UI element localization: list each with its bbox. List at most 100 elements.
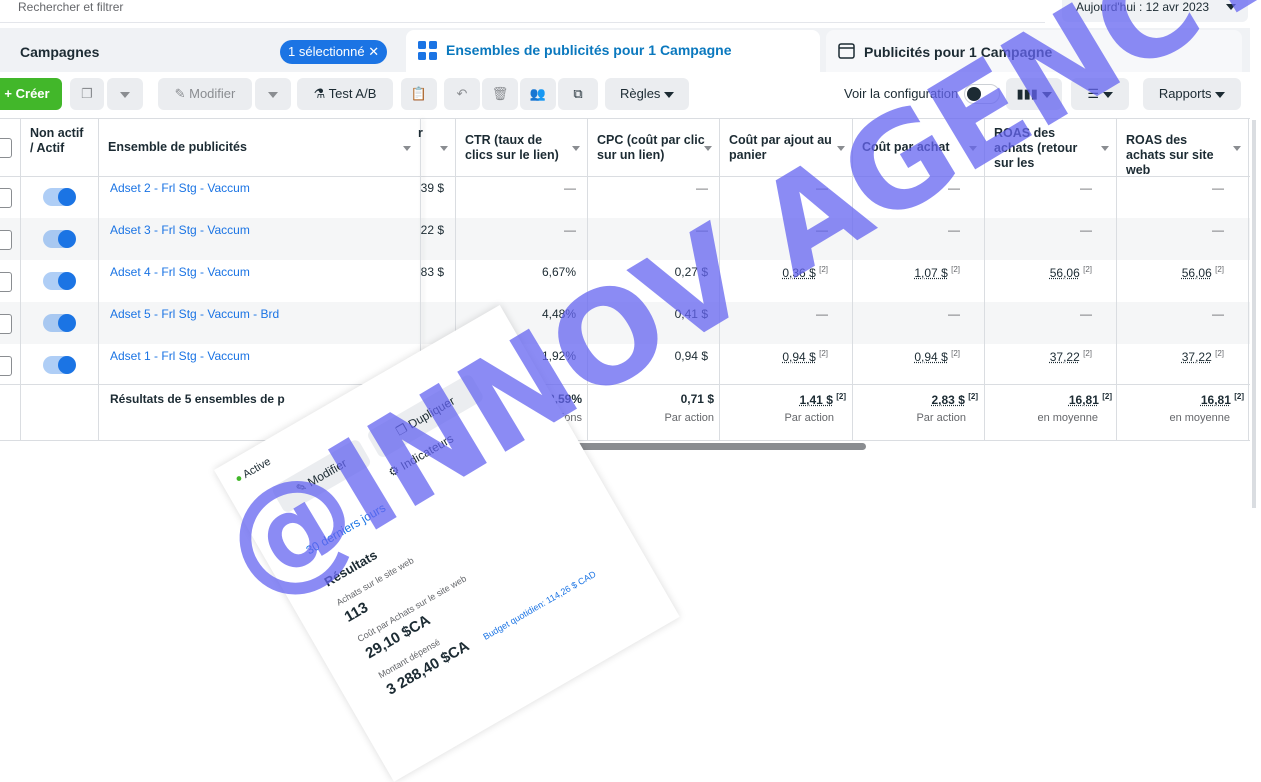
grid-icon bbox=[418, 41, 438, 61]
status-toggle[interactable] bbox=[58, 188, 76, 206]
cell-ctr: — bbox=[460, 181, 576, 195]
ab-test-button[interactable]: ⚗ Test A/B bbox=[297, 78, 393, 110]
cell-roas_web: 37,22 [2] bbox=[1120, 349, 1224, 364]
cell-roas_web: — bbox=[1120, 181, 1224, 195]
adset-name-link[interactable]: Adset 3 - Frl Stg - Vaccum bbox=[110, 223, 250, 237]
sort-icon[interactable] bbox=[572, 146, 580, 151]
create-label: Créer bbox=[16, 86, 50, 101]
footnote-mark: [2] bbox=[819, 349, 828, 358]
total-cost-cart-value: 1,41 $ bbox=[800, 393, 833, 407]
total-cost-purchase: 2,83 $ [2] bbox=[856, 392, 978, 407]
status-toggle[interactable] bbox=[58, 356, 76, 374]
row-checkbox[interactable] bbox=[0, 272, 12, 292]
cell-roas_web-value: — bbox=[1212, 223, 1224, 237]
total-cost-cart: 1,41 $ [2] bbox=[724, 392, 846, 407]
adset-name-link[interactable]: Adset 4 - Frl Stg - Vaccum bbox=[110, 265, 250, 279]
row-checkbox[interactable] bbox=[0, 230, 12, 250]
footnote-mark: [2] bbox=[1234, 392, 1244, 401]
cell-purchase-value: — bbox=[948, 223, 960, 237]
footnote-mark: [2] bbox=[1083, 265, 1092, 274]
create-button[interactable]: + Créer bbox=[0, 78, 62, 110]
status-toggle[interactable] bbox=[58, 314, 76, 332]
select-all-checkbox[interactable] bbox=[0, 138, 12, 158]
sort-icon[interactable] bbox=[1101, 146, 1109, 151]
footnote-mark: [2] bbox=[1215, 349, 1224, 358]
cell-roas: — bbox=[988, 223, 1092, 237]
preview-icon[interactable]: ⧉ bbox=[558, 78, 598, 110]
cell-ctr-value: — bbox=[564, 181, 576, 195]
cell-roas_web-value: — bbox=[1212, 307, 1224, 321]
audience-icon[interactable]: 👥 bbox=[520, 78, 556, 110]
total-cost-purchase-value: 2,83 $ bbox=[932, 393, 965, 407]
sort-icon[interactable] bbox=[403, 146, 411, 151]
table-bottom-border bbox=[0, 440, 1250, 441]
header-status[interactable]: Non actif / Actif bbox=[30, 126, 90, 184]
ab-test-label: Test A/B bbox=[329, 86, 377, 101]
cell-purchase: 0,94 $ [2] bbox=[856, 349, 960, 364]
total-roas-web-sub: en moyenne bbox=[1120, 412, 1230, 424]
total-roas-sub: en moyenne bbox=[988, 412, 1098, 424]
search-bar[interactable]: Rechercher et filtrer bbox=[0, 0, 1045, 23]
chevron-down-icon bbox=[1215, 92, 1225, 98]
cell-cart: 0,94 $ [2] bbox=[724, 349, 828, 364]
footnote-mark: [2] bbox=[951, 265, 960, 274]
cell-cart-value: 0,94 $ bbox=[782, 350, 815, 364]
clipboard-icon[interactable]: 📋 bbox=[401, 78, 437, 110]
cell-roas_web-value: 37,22 bbox=[1182, 350, 1212, 364]
row-checkbox[interactable] bbox=[0, 314, 12, 334]
ad-icon bbox=[838, 43, 856, 59]
cell-roas-value: 37,22 bbox=[1050, 350, 1080, 364]
sort-icon[interactable] bbox=[704, 146, 712, 151]
hidden-column-value: 39 $ bbox=[420, 181, 444, 195]
chevron-down-icon bbox=[120, 92, 130, 98]
column-divider bbox=[1116, 118, 1117, 440]
totals-label: Résultats de 5 ensembles de p bbox=[110, 392, 285, 406]
footnote-mark: [2] bbox=[968, 392, 978, 401]
cell-roas_web: — bbox=[1120, 223, 1224, 237]
total-roas-value: 16,81 bbox=[1069, 393, 1099, 407]
adset-name-link[interactable]: Adset 5 - Frl Stg - Vaccum - Brd bbox=[110, 307, 279, 321]
row-checkbox[interactable] bbox=[0, 356, 12, 376]
adset-name-link[interactable]: Adset 2 - Frl Stg - Vaccum bbox=[110, 181, 250, 195]
cell-roas: 37,22 [2] bbox=[988, 349, 1092, 364]
duplicate-dropdown[interactable] bbox=[107, 78, 143, 110]
selected-badge[interactable]: 1 sélectionné ✕ bbox=[280, 40, 387, 64]
duplicate-icon[interactable]: ❐ bbox=[70, 78, 104, 110]
cell-roas_web-value: — bbox=[1212, 181, 1224, 195]
total-cost-cart-sub: Par action bbox=[724, 412, 834, 424]
undo-icon[interactable]: ↶ bbox=[444, 78, 480, 110]
cell-ctr-value: — bbox=[564, 223, 576, 237]
edit-button[interactable]: ✎ Modifier bbox=[158, 78, 252, 110]
cell-roas-value: — bbox=[1080, 181, 1092, 195]
chevron-down-icon bbox=[664, 92, 674, 98]
column-divider bbox=[98, 118, 99, 440]
sort-icon[interactable] bbox=[440, 146, 448, 151]
footnote-mark: [2] bbox=[1215, 265, 1224, 274]
sort-icon[interactable] bbox=[1233, 146, 1241, 151]
cell-roas_web: — bbox=[1120, 307, 1224, 321]
cell-purchase: — bbox=[856, 307, 960, 321]
footnote-mark: [2] bbox=[951, 349, 960, 358]
status-toggle[interactable] bbox=[58, 272, 76, 290]
cell-roas_web-value: 56,06 bbox=[1182, 266, 1212, 280]
cell-ctr: 6,67% bbox=[460, 265, 576, 279]
rules-button[interactable]: Règles bbox=[605, 78, 689, 110]
overlay-budget: Budget quotidien: 114,26 $ CAD bbox=[481, 569, 597, 642]
footnote-mark: [2] bbox=[1102, 392, 1112, 401]
status-toggle[interactable] bbox=[58, 230, 76, 248]
cell-roas: 56,06 [2] bbox=[988, 265, 1092, 280]
vertical-scrollbar[interactable] bbox=[1252, 120, 1256, 508]
footnote-mark: [2] bbox=[836, 392, 846, 401]
trash-icon[interactable]: 🗑 bbox=[482, 78, 518, 110]
cell-roas-value: 56,06 bbox=[1050, 266, 1080, 280]
column-divider bbox=[20, 118, 21, 440]
edit-dropdown[interactable] bbox=[255, 78, 291, 110]
close-icon[interactable]: ✕ bbox=[368, 44, 379, 59]
chevron-down-icon bbox=[268, 92, 278, 98]
adset-name-link[interactable]: Adset 1 - Frl Stg - Vaccum bbox=[110, 349, 250, 363]
hidden-column-value: 83 $ bbox=[420, 265, 444, 279]
search-placeholder: Rechercher et filtrer bbox=[18, 0, 123, 14]
row-checkbox[interactable] bbox=[0, 188, 12, 208]
cell-purchase-value: — bbox=[948, 307, 960, 321]
tab-adsets[interactable]: Ensembles de publicités pour 1 Campagne bbox=[406, 30, 820, 72]
